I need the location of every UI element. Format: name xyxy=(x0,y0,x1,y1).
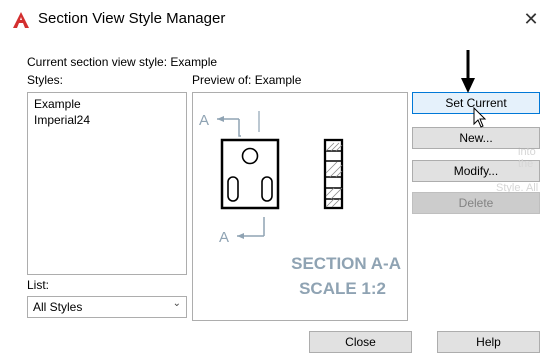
section-title-text: SECTION A-A xyxy=(291,254,401,273)
ghost-text-1: into the xyxy=(518,146,536,170)
autocad-logo-icon xyxy=(13,12,29,28)
close-button[interactable]: Close xyxy=(309,331,412,353)
window-title: Section View Style Manager xyxy=(38,10,226,27)
annotation-down-arrow-icon xyxy=(461,50,475,93)
help-button[interactable]: Help xyxy=(437,331,540,353)
chevron-down-icon: ⌄ xyxy=(172,298,181,309)
list-filter-select[interactable]: All Styles ⌄ xyxy=(27,296,187,318)
section-view-preview: A A SECTION A-A SCALE 1:2 xyxy=(199,111,401,298)
list-filter-value: All Styles xyxy=(33,300,83,314)
style-item-example[interactable]: Example xyxy=(34,97,81,111)
section-marker-bottom: A xyxy=(219,229,229,246)
style-item-imperial24[interactable]: Imperial24 xyxy=(34,113,90,127)
styles-label: Styles: xyxy=(27,73,64,87)
list-label: List: xyxy=(27,278,50,292)
mouse-cursor-icon xyxy=(473,107,487,128)
current-style-label: Current section view style: Example xyxy=(27,55,218,69)
preview-panel: A A SECTION A-A SCALE 1:2 xyxy=(192,92,408,321)
delete-button: Delete xyxy=(412,192,540,214)
preview-label: Preview of: Example xyxy=(192,73,302,87)
section-marker-top: A xyxy=(199,112,209,129)
section-view-part xyxy=(323,138,344,210)
styles-listbox[interactable]: Example Imperial24 xyxy=(27,92,187,275)
front-view-part xyxy=(220,138,280,210)
close-window-icon[interactable]: ✕ xyxy=(522,9,540,30)
section-scale-text: SCALE 1:2 xyxy=(299,279,386,298)
